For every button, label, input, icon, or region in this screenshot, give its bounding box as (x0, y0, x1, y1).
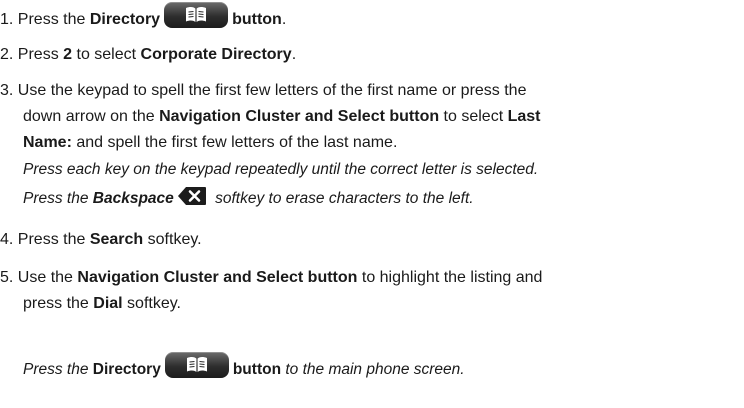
key-label: 2 (63, 46, 73, 63)
note-text: softkey to erase characters to the left. (210, 190, 474, 207)
step-text: Press the (17, 231, 90, 248)
step-text-end: . (291, 46, 297, 63)
directory-label: Directory (92, 361, 161, 378)
step-2: 2. Press 2 to select Corporate Directory… (0, 45, 296, 65)
note-text: Press each key on the keypad repeatedly … (23, 161, 539, 178)
step-3-note-1: Press each key on the keypad repeatedly … (23, 160, 538, 180)
step-3: 3. Use the keypad to spell the first few… (0, 81, 526, 101)
step-5: 5. Use the Navigation Cluster and Select… (0, 268, 542, 288)
instructions-document: 1. Press the Directory button. 2. Press 2… (0, 0, 744, 408)
step-text: press the (23, 295, 94, 312)
name-label: Name: (23, 134, 72, 151)
corporate-directory-label: Corporate Directory (140, 46, 292, 63)
search-label: Search (89, 231, 144, 248)
step-4: 4. Press the Search softkey. (0, 230, 202, 250)
step-text: to highlight the listing and (357, 269, 543, 286)
step-1: 1. Press the Directory button. (0, 2, 286, 30)
backspace-label: Backspace (92, 190, 174, 207)
backspace-icon (177, 186, 207, 212)
step-text: down arrow on the (23, 108, 160, 125)
dial-label: Dial (93, 295, 123, 312)
step-text: Press the (17, 11, 90, 28)
step-number: 3. (0, 82, 14, 99)
step-text: to select (439, 108, 508, 125)
step-text: Use the (17, 269, 78, 286)
step-number: 2. (0, 46, 14, 63)
step-number: 5. (0, 269, 14, 286)
last-label: Last (507, 108, 541, 125)
navigation-cluster-label: Navigation Cluster and Select button (77, 269, 358, 286)
step-5-line-2: press the Dial softkey. (23, 294, 181, 314)
step-text-end: softkey. (143, 231, 202, 248)
book-icon (164, 2, 229, 28)
step-3-note-2: Press the Backspace softkey to erase cha… (23, 186, 474, 212)
step-3-line-2: down arrow on the Navigation Cluster and… (23, 107, 541, 127)
navigation-cluster-label: Navigation Cluster and Select button (159, 108, 440, 125)
button-label: button (232, 11, 282, 28)
note-text: to the main phone screen. (281, 361, 465, 378)
step-number: 1. (0, 11, 14, 28)
directory-label: Directory (89, 11, 161, 28)
step-number: 4. (0, 231, 14, 248)
button-label: button (232, 361, 282, 378)
step-text: to select (72, 46, 141, 63)
step-3-line-3: Name: and spell the first few letters of… (23, 133, 397, 153)
note-text: Press the (23, 361, 93, 378)
step-text-end: . (281, 11, 287, 28)
footer-note: Press the Directory button to the main ph… (23, 352, 465, 380)
note-text: Press the (23, 190, 93, 207)
step-text: softkey. (122, 295, 181, 312)
book-icon (164, 352, 229, 378)
step-text: Use the keypad to spell the first few le… (17, 82, 527, 99)
step-text: and spell the first few letters of the l… (71, 134, 398, 151)
step-text: Press (17, 46, 64, 63)
